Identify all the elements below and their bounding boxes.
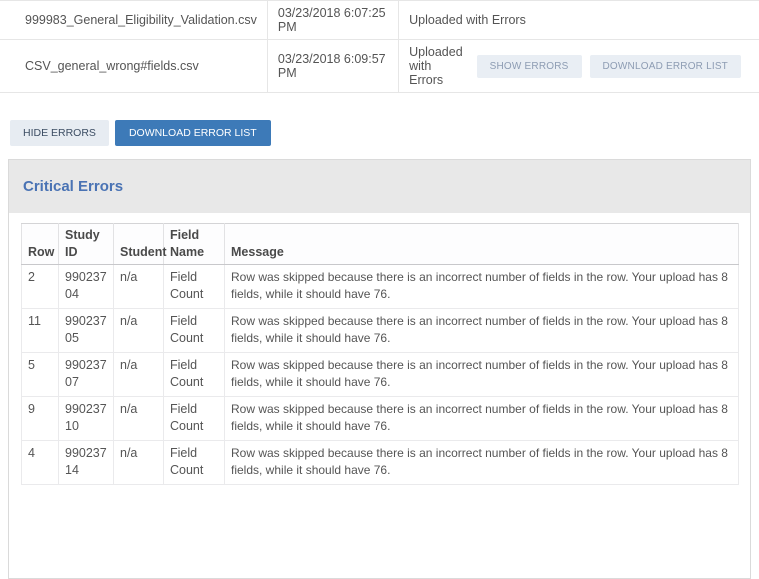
error-student: n/a [114,264,164,308]
error-study-id: 99023710 [59,396,114,440]
download-error-list-primary-button[interactable]: DOWNLOAD ERROR LIST [115,120,271,146]
col-header-row: Row [22,224,59,265]
col-header-field-name: Field Name [164,224,225,265]
error-row-number: 5 [22,352,59,396]
error-study-id: 99023704 [59,264,114,308]
error-row-number: 2 [22,264,59,308]
error-study-id: 99023707 [59,352,114,396]
error-field-name: Field Count [164,352,225,396]
error-table-header-row: Row Study ID Student Field Name Message [22,224,739,265]
upload-status-cell: Uploaded with Errors SHOW ERRORS DOWNLOA… [399,40,759,93]
upload-filename: 999983_General_Eligibility_Validation.cs… [0,1,267,40]
upload-row: CSV_general_wrong#fields.csv 03/23/2018 … [0,40,759,93]
error-row-number: 4 [22,440,59,484]
error-actions-bar: HIDE ERRORS DOWNLOAD ERROR LIST [10,120,759,146]
error-message: Row was skipped because there is an inco… [225,264,739,308]
upload-status: Uploaded with Errors [409,13,526,27]
error-field-name: Field Count [164,264,225,308]
critical-errors-table: Row Study ID Student Field Name Message … [21,223,739,485]
error-row: 2 99023704 n/a Field Count Row was skipp… [22,264,739,308]
error-student: n/a [114,440,164,484]
error-message: Row was skipped because there is an inco… [225,308,739,352]
upload-date: 03/23/2018 6:09:57 PM [267,40,398,93]
critical-errors-panel: Critical Errors Row Study ID Student Fie… [8,159,751,579]
error-study-id: 99023714 [59,440,114,484]
col-header-study-id: Study ID [59,224,114,265]
error-study-id: 99023705 [59,308,114,352]
error-student: n/a [114,396,164,440]
upload-filename: CSV_general_wrong#fields.csv [0,40,267,93]
upload-history-table: 999983_General_Eligibility_Validation.cs… [0,0,759,93]
error-row: 11 99023705 n/a Field Count Row was skip… [22,308,739,352]
upload-status-cell: Uploaded with Errors [399,1,759,40]
upload-row: 999983_General_Eligibility_Validation.cs… [0,1,759,40]
error-field-name: Field Count [164,308,225,352]
error-message: Row was skipped because there is an inco… [225,352,739,396]
critical-errors-header: Critical Errors [9,160,750,213]
error-row-number: 9 [22,396,59,440]
col-header-message: Message [225,224,739,265]
error-student: n/a [114,308,164,352]
error-field-name: Field Count [164,396,225,440]
error-row-number: 11 [22,308,59,352]
error-message: Row was skipped because there is an inco… [225,440,739,484]
error-row: 9 99023710 n/a Field Count Row was skipp… [22,396,739,440]
download-error-list-button[interactable]: DOWNLOAD ERROR LIST [590,55,741,78]
col-header-student: Student [114,224,164,265]
show-errors-button[interactable]: SHOW ERRORS [477,55,582,78]
error-row: 4 99023714 n/a Field Count Row was skipp… [22,440,739,484]
error-message: Row was skipped because there is an inco… [225,396,739,440]
critical-errors-body: Row Study ID Student Field Name Message … [9,213,750,495]
upload-status: Uploaded with Errors [409,45,463,87]
error-student: n/a [114,352,164,396]
panel-title: Critical Errors [23,178,123,195]
hide-errors-button[interactable]: HIDE ERRORS [10,120,109,146]
error-row: 5 99023707 n/a Field Count Row was skipp… [22,352,739,396]
upload-date: 03/23/2018 6:07:25 PM [267,1,398,40]
error-field-name: Field Count [164,440,225,484]
